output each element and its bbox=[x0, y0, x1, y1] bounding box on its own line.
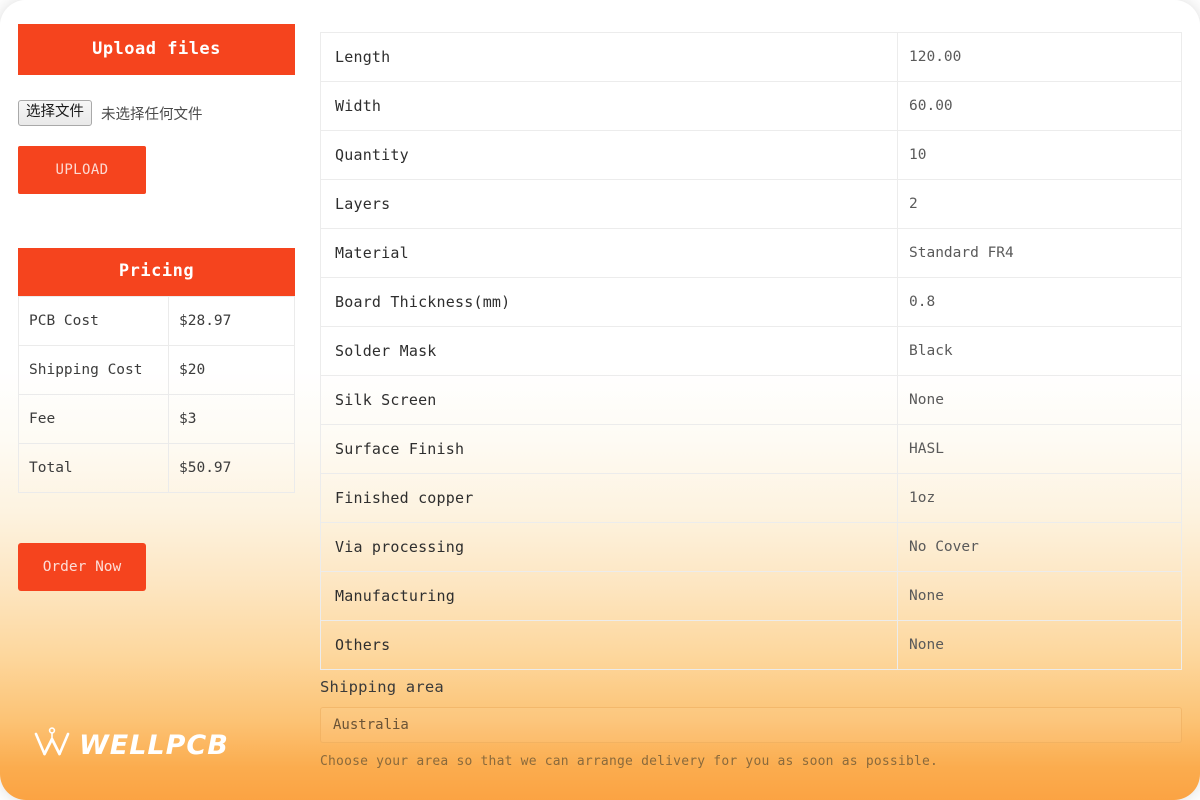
spec-label: Via processing bbox=[320, 522, 898, 572]
shipping-area-select[interactable]: Australia bbox=[320, 707, 1182, 743]
table-row: Length 120.00 bbox=[320, 32, 1182, 82]
table-row: Silk Screen None bbox=[320, 375, 1182, 425]
file-status-text: 未选择任何文件 bbox=[101, 106, 203, 123]
shipping-area-section: Shipping area Australia Choose your area… bbox=[320, 678, 1182, 769]
spec-label: Solder Mask bbox=[320, 326, 898, 376]
specification-table-body: Length 120.00 Width 60.00 Quantity 10 La… bbox=[320, 32, 1182, 670]
spec-value: Black bbox=[897, 326, 1182, 376]
file-input-row[interactable]: 选择文件 未选择任何文件 bbox=[18, 100, 295, 126]
table-row: Others None bbox=[320, 620, 1182, 670]
table-row: Total $50.97 bbox=[18, 443, 295, 493]
pricing-value: $50.97 bbox=[168, 443, 295, 493]
spec-value: HASL bbox=[897, 424, 1182, 474]
quote-page: Upload files 选择文件 未选择任何文件 UPLOAD Pricing… bbox=[0, 0, 1200, 800]
spec-value: None bbox=[897, 375, 1182, 425]
pricing-label: Total bbox=[18, 443, 169, 493]
pricing-header: Pricing bbox=[18, 248, 295, 296]
spec-label: Quantity bbox=[320, 130, 898, 180]
table-row: Manufacturing None bbox=[320, 571, 1182, 621]
pricing-panel: Pricing PCB Cost $28.97 Shipping Cost $2… bbox=[18, 248, 295, 493]
pricing-value: $28.97 bbox=[168, 296, 295, 346]
shipping-area-label: Shipping area bbox=[320, 678, 444, 696]
pricing-label: PCB Cost bbox=[18, 296, 169, 346]
left-panel: Upload files 选择文件 未选择任何文件 UPLOAD Pricing… bbox=[18, 24, 295, 591]
spec-value: 0.8 bbox=[897, 277, 1182, 327]
pricing-label: Shipping Cost bbox=[18, 345, 169, 395]
table-row: Finished copper 1oz bbox=[320, 473, 1182, 523]
spec-label: Surface Finish bbox=[320, 424, 898, 474]
table-row: Shipping Cost $20 bbox=[18, 345, 295, 395]
spec-value: 1oz bbox=[897, 473, 1182, 523]
specification-table: Length 120.00 Width 60.00 Quantity 10 La… bbox=[320, 32, 1182, 670]
spec-label: Layers bbox=[320, 179, 898, 229]
spec-label: Material bbox=[320, 228, 898, 278]
spec-value: Standard FR4 bbox=[897, 228, 1182, 278]
pricing-value: $20 bbox=[168, 345, 295, 395]
upload-button[interactable]: UPLOAD bbox=[18, 146, 146, 194]
pricing-label: Fee bbox=[18, 394, 169, 444]
spec-panel: Length 120.00 Width 60.00 Quantity 10 La… bbox=[320, 32, 1182, 670]
wellpcb-logo: WELLPCB bbox=[32, 726, 229, 764]
table-row: Surface Finish HASL bbox=[320, 424, 1182, 474]
table-row: Via processing No Cover bbox=[320, 522, 1182, 572]
spec-label: Finished copper bbox=[320, 473, 898, 523]
upload-files-header: Upload files bbox=[18, 24, 295, 75]
spec-value: 2 bbox=[897, 179, 1182, 229]
spec-label: Length bbox=[320, 32, 898, 82]
spec-value: 60.00 bbox=[897, 81, 1182, 131]
spec-label: Width bbox=[320, 81, 898, 131]
table-row: Fee $3 bbox=[18, 394, 295, 444]
choose-file-button[interactable]: 选择文件 bbox=[18, 100, 92, 126]
spec-value: No Cover bbox=[897, 522, 1182, 572]
spec-value: None bbox=[897, 571, 1182, 621]
pricing-table-body: PCB Cost $28.97 Shipping Cost $20 Fee $3… bbox=[18, 296, 295, 493]
table-row: Width 60.00 bbox=[320, 81, 1182, 131]
table-row: Board Thickness(mm) 0.8 bbox=[320, 277, 1182, 327]
spec-label: Others bbox=[320, 620, 898, 670]
table-row: Solder Mask Black bbox=[320, 326, 1182, 376]
wellpcb-mark-icon bbox=[32, 726, 72, 764]
spec-value: None bbox=[897, 620, 1182, 670]
spec-label: Silk Screen bbox=[320, 375, 898, 425]
wellpcb-logo-text: WELLPCB bbox=[79, 729, 229, 761]
spec-label: Board Thickness(mm) bbox=[320, 277, 898, 327]
order-now-button[interactable]: Order Now bbox=[18, 543, 146, 591]
pricing-value: $3 bbox=[168, 394, 295, 444]
spec-value: 120.00 bbox=[897, 32, 1182, 82]
pricing-table: PCB Cost $28.97 Shipping Cost $20 Fee $3… bbox=[18, 296, 295, 493]
table-row: Layers 2 bbox=[320, 179, 1182, 229]
spec-label: Manufacturing bbox=[320, 571, 898, 621]
table-row: Quantity 10 bbox=[320, 130, 1182, 180]
table-row: PCB Cost $28.97 bbox=[18, 296, 295, 346]
table-row: Material Standard FR4 bbox=[320, 228, 1182, 278]
spec-value: 10 bbox=[897, 130, 1182, 180]
shipping-area-hint: Choose your area so that we can arrange … bbox=[320, 754, 939, 769]
